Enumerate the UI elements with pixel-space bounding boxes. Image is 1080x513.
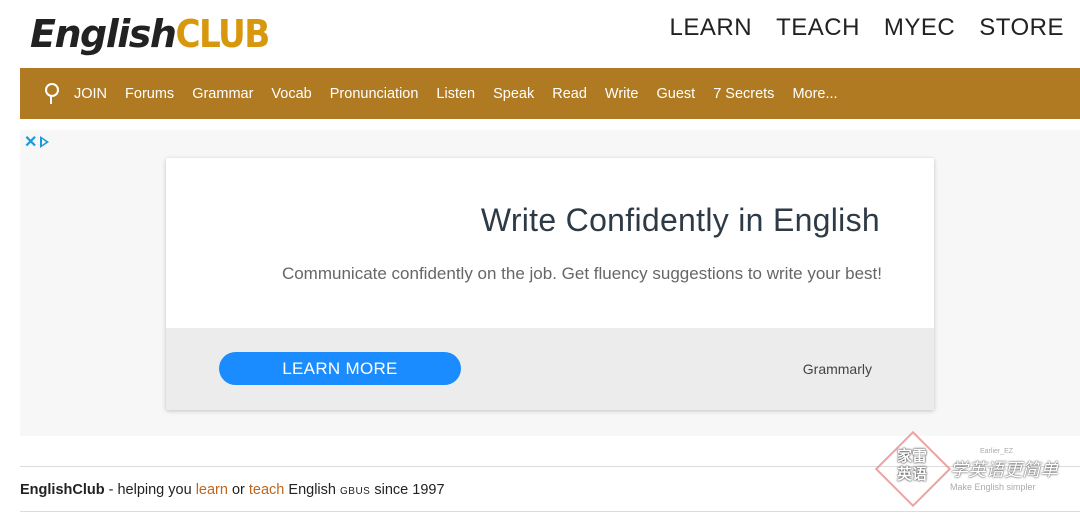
ad-brand[interactable]: Grammarly [803, 361, 872, 377]
top-nav-teach[interactable]: TEACH [776, 14, 860, 42]
ad-card[interactable]: Write Confidently in English Communicate… [166, 158, 934, 410]
tagline-text-2: or [227, 482, 249, 498]
tagline-text-3: English [284, 482, 340, 498]
logo-english: English [30, 12, 177, 56]
nav-more[interactable]: More... [792, 86, 837, 102]
divider-bottom [20, 511, 1080, 512]
logo-club: CLUB [175, 12, 270, 56]
nav-speak[interactable]: Speak [493, 86, 534, 102]
ad-title: Write Confidently in English [480, 202, 880, 238]
site-tagline: EnglishClub - helping you learn or teach… [20, 482, 445, 498]
nav-grammar[interactable]: Grammar [192, 86, 253, 102]
top-nav-myec[interactable]: MYEC [884, 14, 955, 42]
nav-guest[interactable]: Guest [657, 86, 696, 102]
nav-write[interactable]: Write [605, 86, 639, 102]
tagline-teach-link[interactable]: teach [249, 482, 284, 498]
tagline-text-1: - helping you [104, 482, 196, 498]
tagline-learn-link[interactable]: learn [196, 482, 228, 498]
watermark-slogan: Make English simpler [950, 482, 1036, 492]
nav-pronunciation[interactable]: Pronunciation [330, 86, 419, 102]
ad-subtitle: Communicate confidently on the job. Get … [281, 264, 882, 283]
adchoices-icon[interactable] [40, 136, 50, 148]
watermark-handle: Earlier_EZ [980, 448, 1014, 455]
ad-zone: ✕ Write Confidently in English Communica… [20, 130, 1080, 436]
nav-read[interactable]: Read [552, 86, 587, 102]
watermark: 家雷英语 Earlier_EZ 学英语更简单 Make English simp… [874, 430, 1068, 508]
nav-listen[interactable]: Listen [436, 86, 475, 102]
top-nav: LEARN TEACH MYEC STORE [670, 14, 1064, 42]
learn-more-button[interactable]: LEARN MORE [219, 352, 461, 385]
top-nav-learn[interactable]: LEARN [670, 14, 753, 42]
ad-choices: ✕ [24, 132, 50, 152]
main-nav-bar: JOIN Forums Grammar Vocab Pronunciation … [20, 68, 1080, 119]
nav-forums[interactable]: Forums [125, 86, 174, 102]
tagline-site-name: EnglishClub [20, 482, 105, 498]
top-nav-store[interactable]: STORE [979, 14, 1064, 42]
nav-7-secrets[interactable]: 7 Secrets [713, 86, 774, 102]
tagline-gbus: GBUS [340, 486, 371, 497]
nav-vocab[interactable]: Vocab [271, 86, 311, 102]
ad-close-icon[interactable]: ✕ [24, 132, 37, 152]
watermark-badge-text: 家雷英语 [896, 448, 927, 483]
tagline-text-4: since 1997 [370, 482, 445, 498]
search-icon[interactable] [42, 82, 62, 106]
nav-join[interactable]: JOIN [74, 86, 107, 102]
watermark-script: 学英语更简单 [950, 460, 1058, 481]
site-header: English CLUB LEARN TEACH MYEC STORE [0, 0, 1080, 68]
site-logo[interactable]: English CLUB [30, 12, 270, 60]
ad-footer: LEARN MORE Grammarly [166, 328, 934, 410]
